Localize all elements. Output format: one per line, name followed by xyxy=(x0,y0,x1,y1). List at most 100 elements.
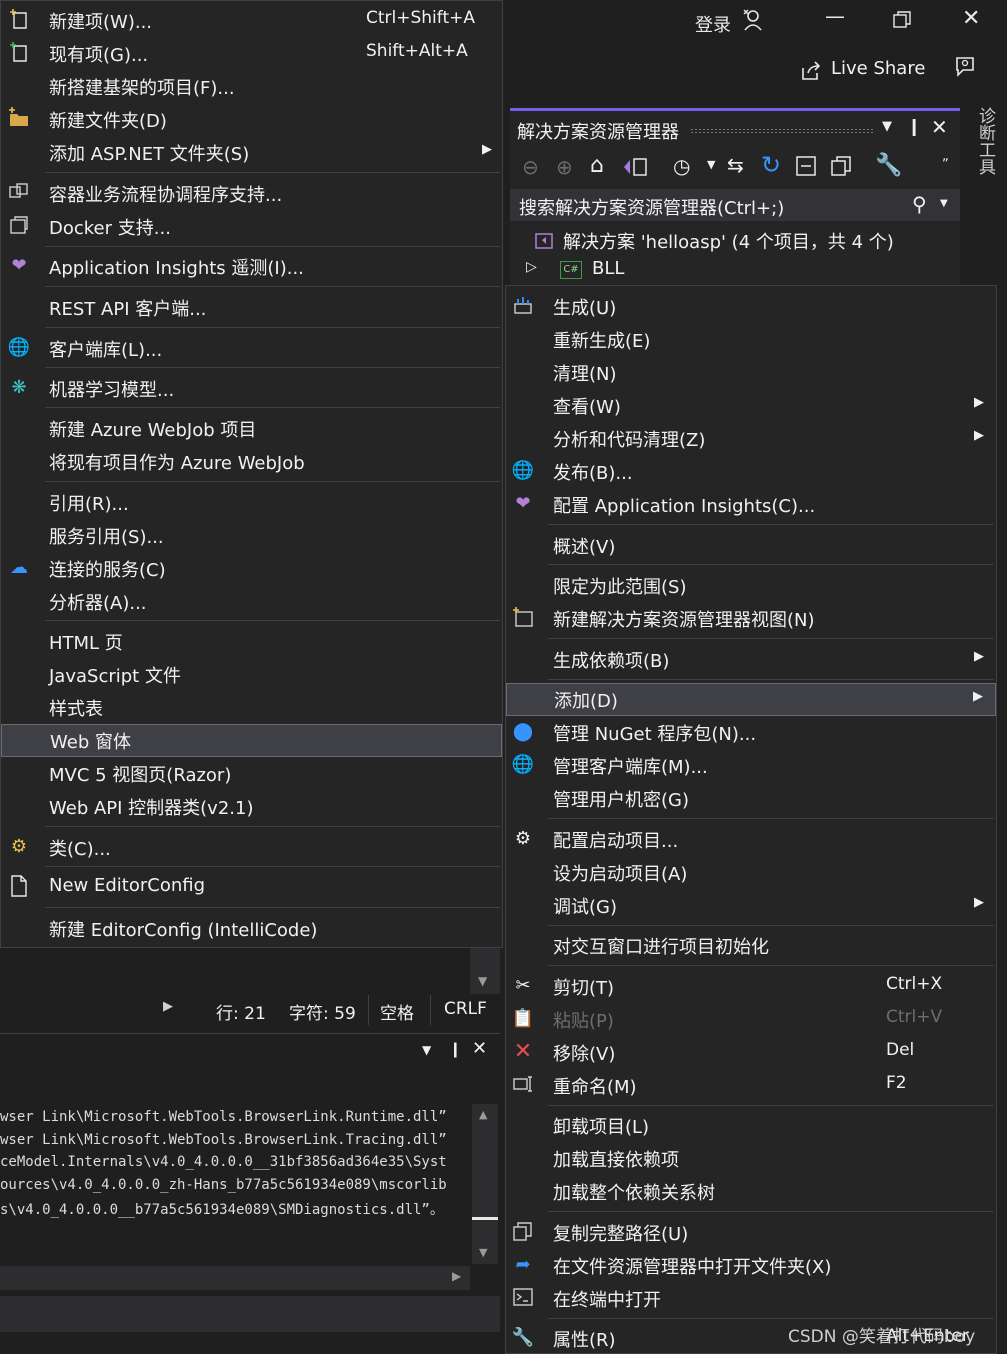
minimize-button[interactable]: — xyxy=(825,4,845,28)
close-icon[interactable]: ✕ xyxy=(472,1038,487,1059)
char-indicator[interactable]: 字符: 59 xyxy=(289,999,356,1024)
menu-item-web-form[interactable]: Web 窗体 xyxy=(1,724,502,757)
editor-scrollbar[interactable]: ▼ xyxy=(470,948,500,994)
menu-item-rest-api-client[interactable]: REST API 客户端... xyxy=(1,291,502,324)
menu-item-new-folder[interactable]: 新建文件夹(D) xyxy=(1,103,502,136)
home-icon[interactable]: ⌂ xyxy=(590,153,604,178)
scroll-up-icon[interactable]: ▲ xyxy=(479,1108,487,1121)
menu-item-new-item[interactable]: 新建项(W)... Ctrl+Shift+A xyxy=(1,4,502,37)
whitespace-indicator[interactable]: 空格 xyxy=(380,999,414,1024)
menu-item-app-insights[interactable]: ❤ Application Insights 遥测(I)... xyxy=(1,250,502,283)
scroll-right-icon[interactable]: ▶ xyxy=(452,1269,461,1283)
ctx-item-interactive-init[interactable]: 对交互窗口进行项目初始化 xyxy=(506,929,996,962)
back-icon[interactable]: ⊖ xyxy=(522,155,539,179)
ctx-item-remove[interactable]: ✕ 移除(V) Del xyxy=(506,1036,996,1069)
menu-item-existing-webjob[interactable]: 将现有项目作为 Azure WebJob xyxy=(1,445,502,478)
pin-icon[interactable]: ❙ xyxy=(907,117,921,137)
sync-icon[interactable]: ⇆ xyxy=(727,153,744,177)
ctx-item-paste[interactable]: 📋 粘贴(P) Ctrl+V xyxy=(506,1003,996,1036)
menu-item-service-reference[interactable]: 服务引用(S)... xyxy=(1,519,502,552)
menu-item-ml-model[interactable]: ❋ 机器学习模型... xyxy=(1,372,502,405)
tree-item-solution[interactable]: 解决方案 'helloasp' (4 个项目，共 4 个) xyxy=(510,227,960,255)
menu-item-mvc5-view[interactable]: MVC 5 视图页(Razor) xyxy=(1,757,502,790)
menu-item-docker-support[interactable]: Docker 支持... xyxy=(1,210,502,243)
collapse-all-icon[interactable] xyxy=(795,155,817,182)
menu-item-html-page[interactable]: HTML 页 xyxy=(1,625,502,658)
login-link[interactable]: 登录 xyxy=(695,11,731,37)
live-share-button[interactable]: Live Share xyxy=(831,58,925,79)
ctx-item-overview[interactable]: 概述(V) xyxy=(506,529,996,562)
menu-item-scaffolded-item[interactable]: 新搭建基架的项目(F)... xyxy=(1,70,502,103)
close-button[interactable]: ✕ xyxy=(962,6,980,31)
ctx-item-manage-client-libs[interactable]: 🌐 管理客户端库(M)... xyxy=(506,749,996,782)
switch-views-icon[interactable] xyxy=(622,155,648,184)
ctx-item-config-startup[interactable]: ⚙ 配置启动项目... xyxy=(506,823,996,856)
ctx-item-open-in-terminal[interactable]: 在终端中打开 xyxy=(506,1282,996,1315)
menu-item-new-webjob[interactable]: 新建 Azure WebJob 项目 xyxy=(1,412,502,445)
pin-icon[interactable]: ❙ xyxy=(449,1040,462,1058)
ctx-item-unload-project[interactable]: 卸载项目(L) xyxy=(506,1109,996,1142)
tree-item-bll[interactable]: ▷ C# BLL xyxy=(510,257,960,285)
menu-item-webapi-controller[interactable]: Web API 控制器类(v2.1) xyxy=(1,790,502,823)
pending-changes-icon[interactable]: ◷ xyxy=(673,154,690,178)
menu-item-connected-service[interactable]: ☁ 连接的服务(C) xyxy=(1,552,502,585)
menu-item-javascript-file[interactable]: JavaScript 文件 xyxy=(1,658,502,691)
menu-item-client-library[interactable]: 🌐 客户端库(L)... xyxy=(1,332,502,365)
ctx-item-load-direct-deps[interactable]: 加载直接依赖项 xyxy=(506,1142,996,1175)
ctx-item-add[interactable]: 添加(D) ▶ xyxy=(506,683,996,716)
ctx-item-cut[interactable]: ✂ 剪切(T) Ctrl+X xyxy=(506,970,996,1003)
ctx-item-load-dep-tree[interactable]: 加载整个依赖关系树 xyxy=(506,1175,996,1208)
ctx-item-build[interactable]: 生成(U) xyxy=(506,290,996,323)
ctx-item-scope-to-this[interactable]: 限定为此范围(S) xyxy=(506,569,996,602)
ctx-item-view[interactable]: 查看(W) ▶ xyxy=(506,389,996,422)
menu-item-container-orchestrator[interactable]: 容器业务流程协调程序支持... xyxy=(1,177,502,210)
live-share-icon[interactable] xyxy=(800,60,822,87)
ctx-item-clean[interactable]: 清理(N) xyxy=(506,356,996,389)
drag-grip[interactable] xyxy=(690,128,875,134)
account-icon[interactable] xyxy=(742,8,764,37)
ctx-item-open-in-explorer[interactable]: ➦ 在文件资源管理器中打开文件夹(X) xyxy=(506,1249,996,1282)
chevron-down-icon[interactable]: ▼ xyxy=(707,158,715,171)
ctx-item-config-app-insights[interactable]: ❤ 配置 Application Insights(C)... xyxy=(506,488,996,521)
output-scrollbar[interactable]: ▲ ▼ xyxy=(472,1104,498,1264)
solution-search-box[interactable]: 搜索解决方案资源管理器(Ctrl+;) ⚲ ▼ xyxy=(510,189,960,221)
ctx-item-debug[interactable]: 调试(G) ▶ xyxy=(506,889,996,922)
menu-item-new-editorconfig[interactable]: New EditorConfig xyxy=(1,871,502,904)
scroll-right-icon[interactable]: ▶ xyxy=(163,999,173,1014)
ctx-item-rebuild[interactable]: 重新生成(E) xyxy=(506,323,996,356)
close-icon[interactable]: ✕ xyxy=(931,115,948,139)
show-all-files-icon[interactable] xyxy=(830,155,852,182)
line-ending-indicator[interactable]: CRLF xyxy=(444,999,487,1019)
properties-wrench-icon[interactable]: 🔧 xyxy=(875,153,902,178)
diagnostic-tools-tab[interactable]: 诊断工具 xyxy=(962,105,1007,285)
ctx-item-build-dependencies[interactable]: 生成依赖项(B) ▶ xyxy=(506,643,996,676)
restore-button[interactable] xyxy=(893,10,911,34)
ctx-item-rename[interactable]: 重命名(M) F2 xyxy=(506,1069,996,1102)
dropdown-icon[interactable]: ▼ xyxy=(422,1043,431,1057)
ctx-item-user-secrets[interactable]: 管理用户机密(G) xyxy=(506,782,996,815)
menu-item-existing-item[interactable]: 现有项(G)... Shift+Alt+A xyxy=(1,37,502,70)
ctx-item-new-explorer-view[interactable]: 新建解决方案资源管理器视图(N) xyxy=(506,602,996,635)
refresh-icon[interactable]: ↻ xyxy=(761,151,781,179)
menu-item-stylesheet[interactable]: 样式表 xyxy=(1,691,502,724)
scroll-down-icon[interactable]: ▼ xyxy=(478,974,487,988)
line-indicator[interactable]: 行: 21 xyxy=(216,999,266,1024)
menu-item-editorconfig-intellicode[interactable]: 新建 EditorConfig (IntelliCode) xyxy=(1,912,502,945)
scroll-thumb[interactable] xyxy=(472,1217,498,1220)
dropdown-icon[interactable]: ▼ xyxy=(882,119,892,134)
menu-item-analyzer[interactable]: 分析器(A)... xyxy=(1,585,502,618)
feedback-icon[interactable] xyxy=(953,55,977,84)
menu-item-aspnet-folder[interactable]: 添加 ASP.NET 文件夹(S) ▶ xyxy=(1,136,502,169)
scroll-down-icon[interactable]: ▼ xyxy=(479,1246,487,1259)
expand-icon[interactable]: ▷ xyxy=(526,259,537,275)
overflow-icon[interactable]: „ xyxy=(942,149,949,164)
ctx-item-set-startup[interactable]: 设为启动项目(A) xyxy=(506,856,996,889)
horizontal-scrollbar[interactable]: ▶ xyxy=(0,1266,470,1290)
search-icon[interactable]: ⚲ xyxy=(912,192,927,216)
search-options-icon[interactable]: ▼ xyxy=(940,198,948,209)
forward-icon[interactable]: ⊕ xyxy=(556,155,573,179)
ctx-item-analyze[interactable]: 分析和代码清理(Z) ▶ xyxy=(506,422,996,455)
menu-item-class[interactable]: ⚙ 类(C)... xyxy=(1,831,502,864)
ctx-item-copy-full-path[interactable]: 复制完整路径(U) xyxy=(506,1216,996,1249)
menu-item-reference[interactable]: 引用(R)... xyxy=(1,486,502,519)
